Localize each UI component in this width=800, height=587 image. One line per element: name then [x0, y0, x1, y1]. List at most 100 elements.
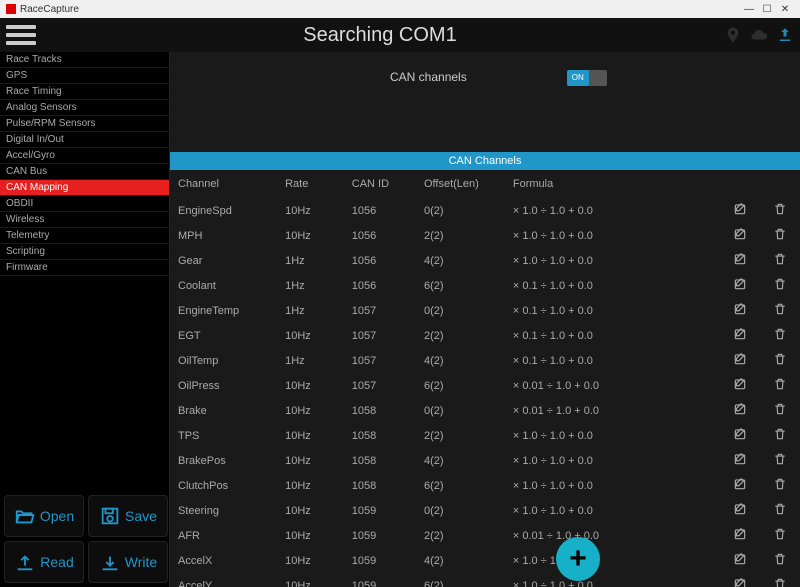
- cell-canid: 1057: [348, 348, 420, 373]
- delete-icon[interactable]: [773, 252, 787, 266]
- sidebar-item-telemetry[interactable]: Telemetry: [0, 228, 169, 244]
- sidebar-item-pulse-rpm-sensors[interactable]: Pulse/RPM Sensors: [0, 116, 169, 132]
- edit-icon[interactable]: [733, 302, 747, 316]
- cell-offset: 2(2): [420, 523, 509, 548]
- cell-offset: 6(2): [420, 273, 509, 298]
- cell-channel: BrakePos: [170, 448, 281, 473]
- table-row: Steering10Hz10590(2)× 1.0 ÷ 1.0 + 0.0: [170, 498, 800, 523]
- table-row: EGT10Hz10572(2)× 0.1 ÷ 1.0 + 0.0: [170, 323, 800, 348]
- cell-offset: 4(2): [420, 348, 509, 373]
- edit-icon[interactable]: [733, 552, 747, 566]
- cell-offset: 2(2): [420, 223, 509, 248]
- sidebar-item-race-tracks[interactable]: Race Tracks: [0, 52, 169, 68]
- menu-icon[interactable]: [6, 25, 36, 45]
- edit-icon[interactable]: [733, 377, 747, 391]
- folder-open-icon: [14, 505, 36, 527]
- cell-offset: 6(2): [420, 473, 509, 498]
- edit-icon[interactable]: [733, 452, 747, 466]
- add-channel-button[interactable]: +: [556, 537, 600, 581]
- delete-icon[interactable]: [773, 202, 787, 216]
- cell-rate: 10Hz: [281, 523, 348, 548]
- read-label: Read: [40, 554, 73, 570]
- sidebar-item-scripting[interactable]: Scripting: [0, 244, 169, 260]
- cell-offset: 4(2): [420, 248, 509, 273]
- open-button[interactable]: Open: [4, 495, 84, 537]
- window-close[interactable]: ✕: [776, 4, 794, 15]
- app-header: Searching COM1: [0, 18, 800, 52]
- cell-canid: 1057: [348, 323, 420, 348]
- edit-icon[interactable]: [733, 527, 747, 541]
- cell-formula: × 0.1 ÷ 1.0 + 0.0: [509, 298, 676, 323]
- sidebar-item-digital-in-out[interactable]: Digital In/Out: [0, 132, 169, 148]
- col-canid: CAN ID: [348, 170, 420, 198]
- table-row: Brake10Hz10580(2)× 0.01 ÷ 1.0 + 0.0: [170, 398, 800, 423]
- edit-icon[interactable]: [733, 502, 747, 516]
- edit-icon[interactable]: [733, 252, 747, 266]
- delete-icon[interactable]: [773, 527, 787, 541]
- edit-icon[interactable]: [733, 352, 747, 366]
- cell-canid: 1059: [348, 548, 420, 573]
- delete-icon[interactable]: [773, 427, 787, 441]
- cell-channel: EngineSpd: [170, 198, 281, 223]
- window-minimize[interactable]: —: [740, 4, 758, 15]
- delete-icon[interactable]: [773, 502, 787, 516]
- edit-icon[interactable]: [733, 577, 747, 587]
- sidebar-item-accel-gyro[interactable]: Accel/Gyro: [0, 148, 169, 164]
- delete-icon[interactable]: [773, 477, 787, 491]
- table-row: OilPress10Hz10576(2)× 0.01 ÷ 1.0 + 0.0: [170, 373, 800, 398]
- window-maximize[interactable]: ☐: [758, 4, 776, 15]
- delete-icon[interactable]: [773, 327, 787, 341]
- delete-icon[interactable]: [773, 377, 787, 391]
- sidebar-item-analog-sensors[interactable]: Analog Sensors: [0, 100, 169, 116]
- col-channel: Channel: [170, 170, 281, 198]
- table-row: AccelX10Hz10594(2)× 1.0 ÷ 1.0 + 0.0: [170, 548, 800, 573]
- delete-icon[interactable]: [773, 352, 787, 366]
- cell-offset: 2(2): [420, 323, 509, 348]
- delete-icon[interactable]: [773, 302, 787, 316]
- cell-rate: 10Hz: [281, 548, 348, 573]
- sidebar-item-race-timing[interactable]: Race Timing: [0, 84, 169, 100]
- sidebar-item-firmware[interactable]: Firmware: [0, 260, 169, 276]
- delete-icon[interactable]: [773, 402, 787, 416]
- edit-icon[interactable]: [733, 477, 747, 491]
- page-title: Searching COM1: [36, 24, 724, 47]
- edit-icon[interactable]: [733, 277, 747, 291]
- sidebar-item-can-mapping[interactable]: CAN Mapping: [0, 180, 169, 196]
- cell-offset: 0(2): [420, 498, 509, 523]
- edit-icon[interactable]: [733, 402, 747, 416]
- upload-icon: [14, 551, 36, 573]
- gps-icon[interactable]: [724, 26, 742, 44]
- sidebar-item-gps[interactable]: GPS: [0, 68, 169, 84]
- cloud-icon[interactable]: [750, 26, 768, 44]
- cell-canid: 1059: [348, 523, 420, 548]
- sidebar-item-can-bus[interactable]: CAN Bus: [0, 164, 169, 180]
- delete-icon[interactable]: [773, 452, 787, 466]
- cell-offset: 6(2): [420, 373, 509, 398]
- edit-icon[interactable]: [733, 327, 747, 341]
- table-row: ClutchPos10Hz10586(2)× 1.0 ÷ 1.0 + 0.0: [170, 473, 800, 498]
- can-channels-toggle[interactable]: ON: [567, 70, 607, 86]
- sidebar-item-wireless[interactable]: Wireless: [0, 212, 169, 228]
- edit-icon[interactable]: [733, 227, 747, 241]
- upload-icon[interactable]: [776, 26, 794, 44]
- plus-icon: +: [569, 544, 587, 574]
- delete-icon[interactable]: [773, 577, 787, 587]
- sidebar-item-obdii[interactable]: OBDII: [0, 196, 169, 212]
- cell-rate: 10Hz: [281, 473, 348, 498]
- delete-icon[interactable]: [773, 227, 787, 241]
- save-button[interactable]: Save: [88, 495, 168, 537]
- content: CAN channels ON CAN Channels Channel Rat…: [170, 52, 800, 587]
- delete-icon[interactable]: [773, 552, 787, 566]
- write-button[interactable]: Write: [88, 541, 168, 583]
- cell-formula: × 1.0 ÷ 1.0 + 0.0: [509, 423, 676, 448]
- delete-icon[interactable]: [773, 277, 787, 291]
- cell-formula: × 1.0 ÷ 1.0 + 0.0: [509, 198, 676, 223]
- edit-icon[interactable]: [733, 202, 747, 216]
- col-rate: Rate: [281, 170, 348, 198]
- edit-icon[interactable]: [733, 427, 747, 441]
- cell-rate: 10Hz: [281, 198, 348, 223]
- cell-canid: 1057: [348, 373, 420, 398]
- read-button[interactable]: Read: [4, 541, 84, 583]
- channels-table: Channel Rate CAN ID Offset(Len) Formula …: [170, 170, 800, 587]
- cell-rate: 10Hz: [281, 373, 348, 398]
